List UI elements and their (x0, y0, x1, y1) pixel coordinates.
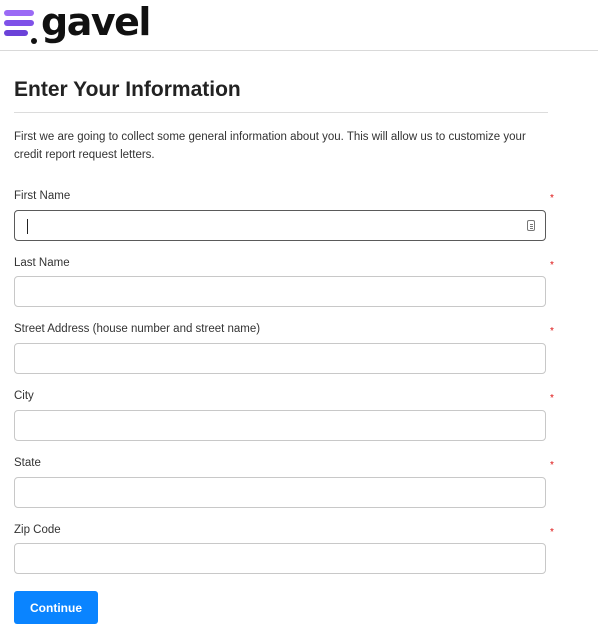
city-label: City (14, 390, 34, 402)
page-title: Enter Your Information (14, 78, 241, 101)
state-label: State (14, 457, 41, 469)
required-asterisk: * (550, 460, 554, 471)
required-asterisk: * (550, 326, 554, 337)
street-address-input[interactable] (14, 343, 546, 374)
required-asterisk: * (550, 260, 554, 271)
first-name-label: First Name (14, 190, 71, 202)
required-asterisk: * (550, 393, 554, 404)
continue-button[interactable]: Continue (14, 591, 98, 624)
required-asterisk: * (550, 527, 554, 538)
header: gavel (0, 0, 598, 51)
last-name-input[interactable] (14, 276, 546, 307)
text-caret (27, 219, 28, 234)
zip-code-input[interactable] (14, 543, 546, 574)
intro-text: First we are going to collect some gener… (14, 131, 526, 161)
gavel-logo[interactable]: gavel (4, 0, 151, 46)
logo-mark-icon (4, 7, 40, 44)
last-name-label: Last Name (14, 257, 70, 269)
zip-code-label: Zip Code (14, 524, 61, 536)
first-name-input[interactable] (14, 210, 546, 241)
street-address-label: Street Address (house number and street … (14, 323, 261, 335)
state-input[interactable] (14, 477, 546, 508)
logo-text: gavel (41, 0, 151, 44)
title-divider (14, 112, 548, 113)
autofill-contact-icon[interactable] (527, 220, 535, 231)
required-asterisk: * (550, 193, 554, 204)
city-input[interactable] (14, 410, 546, 441)
